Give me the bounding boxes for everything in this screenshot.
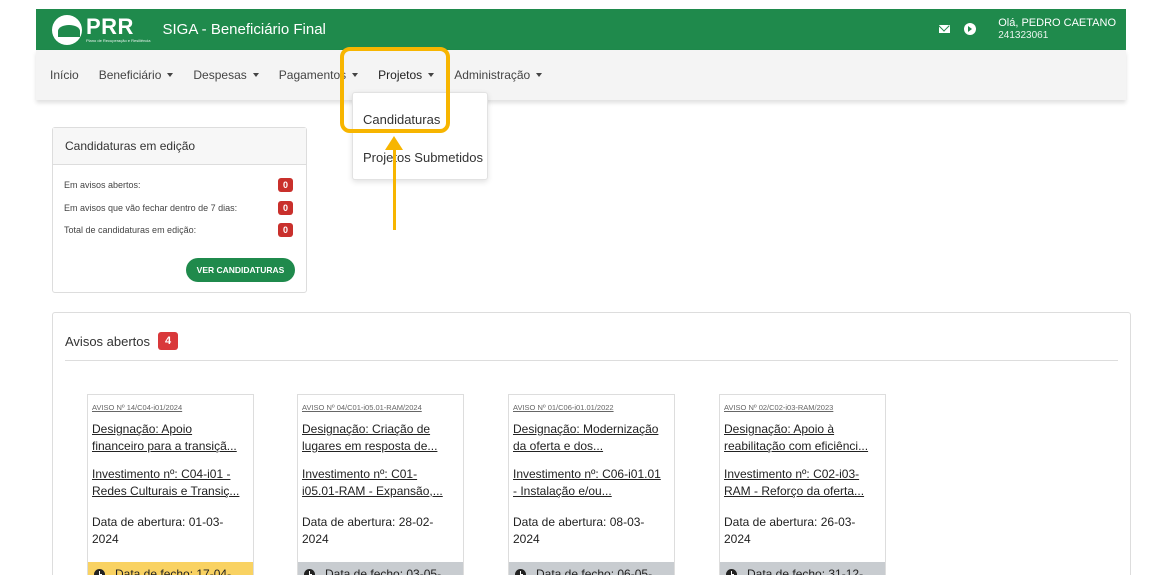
data-fecho-bar: Data de fecho: 06-05- [509, 562, 674, 575]
designacao-link[interactable]: financeiro para a transiçã... [92, 438, 252, 455]
main-nav: Início Beneficiário Despesas Pagamentos … [36, 50, 1126, 100]
row-avisos-abertos-label: Em avisos abertos: [64, 180, 141, 190]
envelope-icon[interactable] [939, 25, 951, 34]
annotation-highlight-box [340, 47, 450, 133]
data-abertura-year: 2024 [724, 532, 751, 546]
play-circle-icon[interactable] [964, 23, 977, 36]
data-abertura: Data de abertura: 28-02- [302, 515, 434, 529]
section-title: Avisos abertos [65, 333, 151, 349]
panel-title: Candidaturas em edição [53, 128, 306, 165]
app-title: SIGA - Beneficiário Final [162, 21, 326, 38]
divider [65, 360, 1118, 361]
count-badge: 0 [278, 223, 293, 237]
investimento-link[interactable]: - Instalação e/ou... [513, 483, 673, 500]
nav-despesas[interactable]: Despesas [193, 68, 259, 82]
data-fecho-bar: Data de fecho: 03-05- [298, 562, 463, 575]
clock-icon [515, 568, 526, 575]
aviso-card[interactable]: AVISO Nº 01/C06-i01.01/2022 Designação: … [508, 394, 675, 575]
avisos-count-badge: 4 [158, 332, 179, 350]
aviso-card[interactable]: AVISO Nº 14/C04-i01/2024 Designação: Apo… [87, 394, 254, 575]
clock-icon [94, 568, 105, 575]
investimento-link[interactable]: Investimento nº: C04-i01 - [92, 466, 252, 483]
logo-mark-icon [52, 14, 82, 45]
designacao-link[interactable]: Designação: Apoio [92, 421, 252, 438]
clock-icon [304, 568, 315, 575]
clock-icon [726, 568, 737, 575]
designacao-link[interactable]: Designação: Modernização [513, 421, 673, 438]
nav-inicio[interactable]: Início [50, 68, 79, 82]
nav-label: Administração [454, 68, 531, 82]
investimento-link[interactable]: Redes Culturais e Transiç... [92, 483, 252, 500]
prr-logo[interactable]: PRR Plano de Recuperação e Resiliência [52, 14, 151, 45]
investimento-link[interactable]: Investimento nº: C01- [302, 466, 462, 483]
caret-down-icon [252, 73, 259, 77]
designacao-link[interactable]: Designação: Criação de [302, 421, 462, 438]
data-abertura-year: 2024 [302, 532, 329, 546]
aviso-code-link[interactable]: AVISO Nº 04/C01-i05.01-RAM/2024 [302, 403, 422, 412]
logo-subtitle: Plano de Recuperação e Resiliência [86, 38, 151, 43]
count-badge: 0 [278, 201, 293, 215]
data-fecho: Data de fecho: 03-05- [325, 567, 442, 575]
row-total-label: Total de candidaturas em edição: [64, 225, 197, 235]
aviso-card[interactable]: AVISO Nº 02/C02-i03-RAM/2023 Designação:… [719, 394, 886, 575]
nav-administracao[interactable]: Administração [454, 68, 543, 82]
investimento-link[interactable]: RAM - Reforço da oferta... [724, 483, 884, 500]
top-bar: PRR Plano de Recuperação e Resiliência S… [36, 9, 1126, 50]
count-badge: 0 [278, 178, 293, 192]
annotation-arrow-line [393, 148, 396, 230]
investimento-link[interactable]: Investimento nº: C06-i01.01 [513, 466, 673, 483]
user-greeting[interactable]: Olá, PEDRO CAETANO 241323061 [998, 17, 1116, 41]
data-fecho-bar: Data de fecho: 31-12- [720, 562, 885, 575]
data-fecho: Data de fecho: 17-04- [115, 567, 232, 575]
data-fecho-bar: Data de fecho: 17-04- [88, 562, 253, 575]
designacao-link[interactable]: lugares em resposta de... [302, 438, 462, 455]
caret-down-icon [536, 73, 543, 77]
row-fechar-7-dias-label: Em avisos que vão fechar dentro de 7 dia… [64, 203, 238, 213]
investimento-link[interactable]: i05.01-RAM - Expansão,... [302, 483, 462, 500]
nav-label: Despesas [193, 68, 247, 82]
designacao-link[interactable]: reabilitação com eficiênci... [724, 438, 884, 455]
aviso-card[interactable]: AVISO Nº 04/C01-i05.01-RAM/2024 Designaç… [297, 394, 464, 575]
data-abertura: Data de abertura: 26-03- [724, 515, 856, 529]
aviso-code-link[interactable]: AVISO Nº 02/C02-i03-RAM/2023 [724, 403, 833, 412]
nav-label: Início [50, 68, 79, 82]
user-name: Olá, PEDRO CAETANO [998, 17, 1116, 30]
designacao-link[interactable]: da oferta e dos... [513, 438, 673, 455]
investimento-link[interactable]: Investimento nº: C02-i03- [724, 466, 884, 483]
data-abertura-year: 2024 [92, 532, 119, 546]
nav-beneficiario[interactable]: Beneficiário [99, 68, 174, 82]
aviso-code-link[interactable]: AVISO Nº 01/C06-i01.01/2022 [513, 403, 614, 412]
data-abertura-year: 2024 [513, 532, 540, 546]
caret-down-icon [167, 73, 174, 77]
nav-label: Beneficiário [98, 68, 162, 82]
ver-candidaturas-button[interactable]: VER CANDIDATURAS [186, 258, 295, 282]
data-fecho: Data de fecho: 06-05- [536, 567, 653, 575]
user-nif: 241323061 [998, 30, 1049, 42]
menu-item-projetos-submetidos[interactable]: Projetos Submetidos [363, 150, 483, 165]
designacao-link[interactable]: Designação: Apoio à [724, 421, 884, 438]
data-abertura: Data de abertura: 01-03- [92, 515, 224, 529]
data-fecho: Data de fecho: 31-12- [747, 567, 864, 575]
logo-brand: PRR [86, 14, 134, 39]
aviso-code-link[interactable]: AVISO Nº 14/C04-i01/2024 [92, 403, 182, 412]
nav-label: Pagamentos [278, 68, 347, 82]
data-abertura: Data de abertura: 08-03- [513, 515, 645, 529]
